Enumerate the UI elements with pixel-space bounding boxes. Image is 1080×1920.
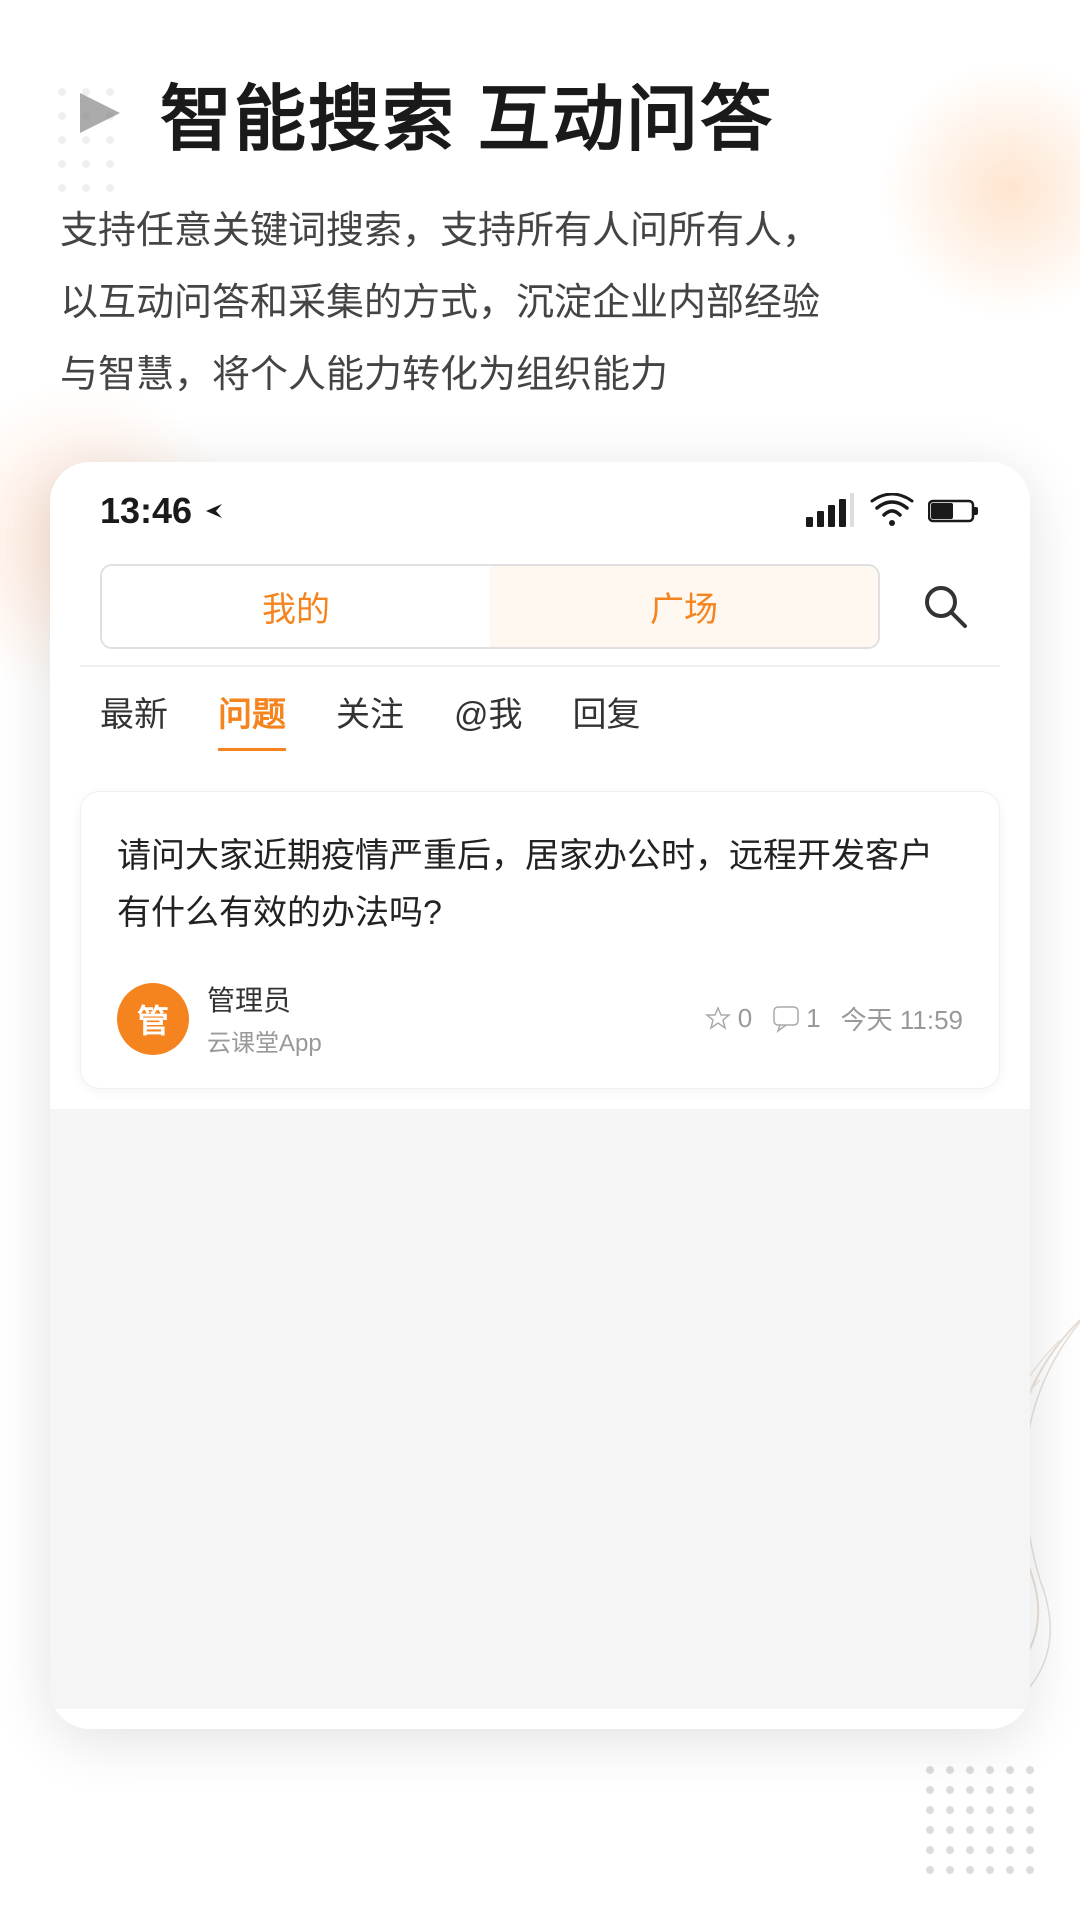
subtab-at-me[interactable]: @我 — [454, 687, 523, 751]
header-section: 智能搜索 互动问答 支持任意关键词搜索，支持所有人问所有人，以互动问答和采集的方… — [60, 60, 1020, 412]
author-source: 云课堂App — [207, 1023, 322, 1058]
avatar: 管 — [117, 983, 189, 1055]
subtab-reply[interactable]: 回复 — [573, 687, 641, 751]
clock-time: 13:46 — [100, 490, 192, 532]
post-stats: 0 1 今天 11:59 — [704, 1000, 963, 1037]
page-title: 智能搜索 互动问答 — [160, 60, 774, 165]
battery-icon — [928, 497, 980, 525]
status-icons — [804, 493, 980, 529]
star-icon — [704, 1005, 732, 1033]
subtab-questions[interactable]: 问题 — [218, 687, 286, 751]
post-card[interactable]: 请问大家近期疫情严重后，居家办公时，远程开发客户有什么有效的办法吗? 管 管理员… — [80, 791, 1000, 1090]
lower-area — [50, 1109, 1030, 1709]
signal-icon — [804, 493, 856, 529]
comment-stat: 1 — [772, 1003, 820, 1034]
search-icon — [919, 580, 971, 632]
phone-mockup: 13:46 — [50, 462, 1030, 1730]
comment-icon — [772, 1005, 800, 1033]
subtab-latest[interactable]: 最新 — [100, 687, 168, 751]
star-stat: 0 — [704, 1003, 752, 1034]
post-time: 今天 11:59 — [841, 1000, 963, 1037]
search-button[interactable] — [910, 571, 980, 641]
post-question-text: 请问大家近期疫情严重后，居家办公时，远程开发客户有什么有效的办法吗? — [117, 828, 963, 944]
post-footer: 管 管理员 云课堂App 0 — [117, 979, 963, 1058]
page-subtitle: 支持任意关键词搜索，支持所有人问所有人，以互动问答和采集的方式，沉淀企业内部经验… — [60, 195, 1020, 412]
author-info: 管理员 云课堂App — [207, 979, 322, 1058]
wifi-icon — [870, 493, 914, 529]
title-row: 智能搜索 互动问答 — [60, 60, 1020, 165]
status-bar: 13:46 — [50, 462, 1030, 548]
tab-mine-button[interactable]: 我的 — [102, 566, 490, 647]
star-count: 0 — [738, 1003, 752, 1034]
comment-count: 1 — [806, 1003, 820, 1034]
post-author: 管 管理员 云课堂App — [117, 979, 322, 1058]
sub-tabs: 最新 问题 关注 @我 回复 — [50, 667, 1030, 771]
subtab-follow[interactable]: 关注 — [336, 687, 404, 751]
tab-square-button[interactable]: 广场 — [490, 566, 878, 647]
author-name: 管理员 — [207, 979, 322, 1019]
chevron-icon — [60, 73, 140, 153]
location-icon — [200, 497, 228, 525]
status-time: 13:46 — [100, 490, 228, 532]
tab-group: 我的 广场 — [100, 564, 880, 649]
tab-switcher: 我的 广场 — [50, 548, 1030, 665]
